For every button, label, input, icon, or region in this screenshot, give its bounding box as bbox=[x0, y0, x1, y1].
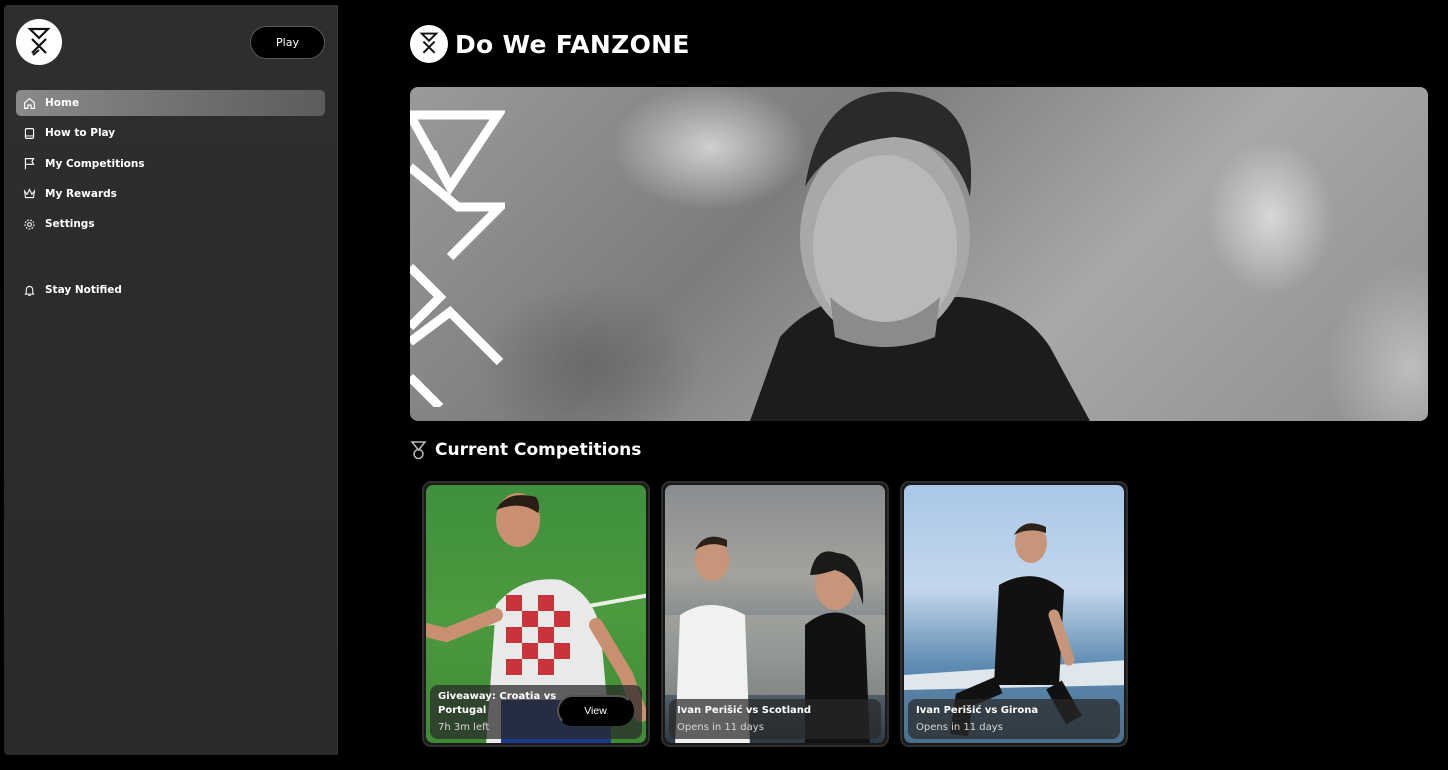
section-title: Current Competitions bbox=[435, 440, 642, 460]
sidebar-item-my-rewards[interactable]: My Rewards bbox=[16, 181, 325, 207]
section-header: Current Competitions bbox=[410, 440, 641, 460]
bell-icon bbox=[22, 283, 36, 297]
home-icon bbox=[22, 96, 36, 110]
competition-title: Ivan Perišić vs Girona bbox=[916, 705, 1039, 716]
crown-icon bbox=[22, 187, 36, 201]
header-logo bbox=[410, 25, 448, 63]
competition-card[interactable]: Giveaway: Croatia vs Portugal 7h 3m left… bbox=[422, 481, 650, 747]
sidebar-item-home[interactable]: Home bbox=[16, 90, 325, 116]
competition-card-info: Ivan Perišić vs Scotland Opens in 11 day… bbox=[669, 699, 881, 739]
view-button[interactable]: View bbox=[557, 695, 634, 726]
sidebar-item-settings[interactable]: Settings bbox=[16, 211, 325, 237]
brand-logo[interactable] bbox=[16, 19, 62, 65]
page-header: Do We FANZONE bbox=[410, 25, 690, 63]
gear-icon bbox=[22, 217, 36, 231]
page-title: Do We FANZONE bbox=[455, 29, 690, 59]
competition-card-info: Giveaway: Croatia vs Portugal 7h 3m left… bbox=[430, 685, 642, 739]
sidebar-item-label: Home bbox=[45, 97, 80, 109]
sidebar-item-label: My Competitions bbox=[45, 157, 145, 170]
book-icon bbox=[22, 126, 36, 140]
competition-title: Giveaway: Croatia vs Portugal bbox=[438, 691, 557, 716]
sidebar: Play Home How to Play My Competitions My… bbox=[4, 5, 338, 755]
play-button[interactable]: Play bbox=[250, 26, 325, 59]
competition-card-info: Ivan Perišić vs Girona Opens in 11 days bbox=[908, 699, 1120, 739]
hero-banner bbox=[410, 87, 1428, 421]
sidebar-nav: Home How to Play My Competitions My Rewa… bbox=[16, 90, 325, 241]
logo-mark-icon bbox=[27, 27, 51, 56]
sidebar-item-how-to-play[interactable]: How to Play bbox=[16, 120, 325, 146]
hero-player-photo bbox=[750, 91, 1090, 421]
stay-notified-button[interactable]: Stay Notified bbox=[16, 277, 325, 303]
competition-list: Giveaway: Croatia vs Portugal 7h 3m left… bbox=[422, 481, 1139, 747]
competition-status: Opens in 11 days bbox=[916, 722, 1003, 733]
medal-icon bbox=[410, 440, 427, 459]
competition-card[interactable]: Ivan Perišić vs Scotland Opens in 11 day… bbox=[661, 481, 889, 747]
sidebar-item-label: My Rewards bbox=[45, 187, 117, 200]
flag-icon bbox=[22, 157, 36, 171]
sidebar-item-label: Settings bbox=[45, 218, 95, 231]
brand-pattern-icon bbox=[410, 110, 505, 407]
logo-mark-icon bbox=[419, 32, 439, 54]
competition-card[interactable]: Ivan Perišić vs Girona Opens in 11 days bbox=[900, 481, 1128, 747]
sidebar-item-my-competitions[interactable]: My Competitions bbox=[16, 151, 325, 177]
competition-status: Opens in 11 days bbox=[677, 722, 764, 733]
stay-notified-label: Stay Notified bbox=[45, 284, 122, 296]
stay-notified: Stay Notified bbox=[16, 277, 325, 307]
sidebar-item-label: How to Play bbox=[45, 127, 116, 140]
competition-title: Ivan Perišić vs Scotland bbox=[677, 705, 812, 716]
